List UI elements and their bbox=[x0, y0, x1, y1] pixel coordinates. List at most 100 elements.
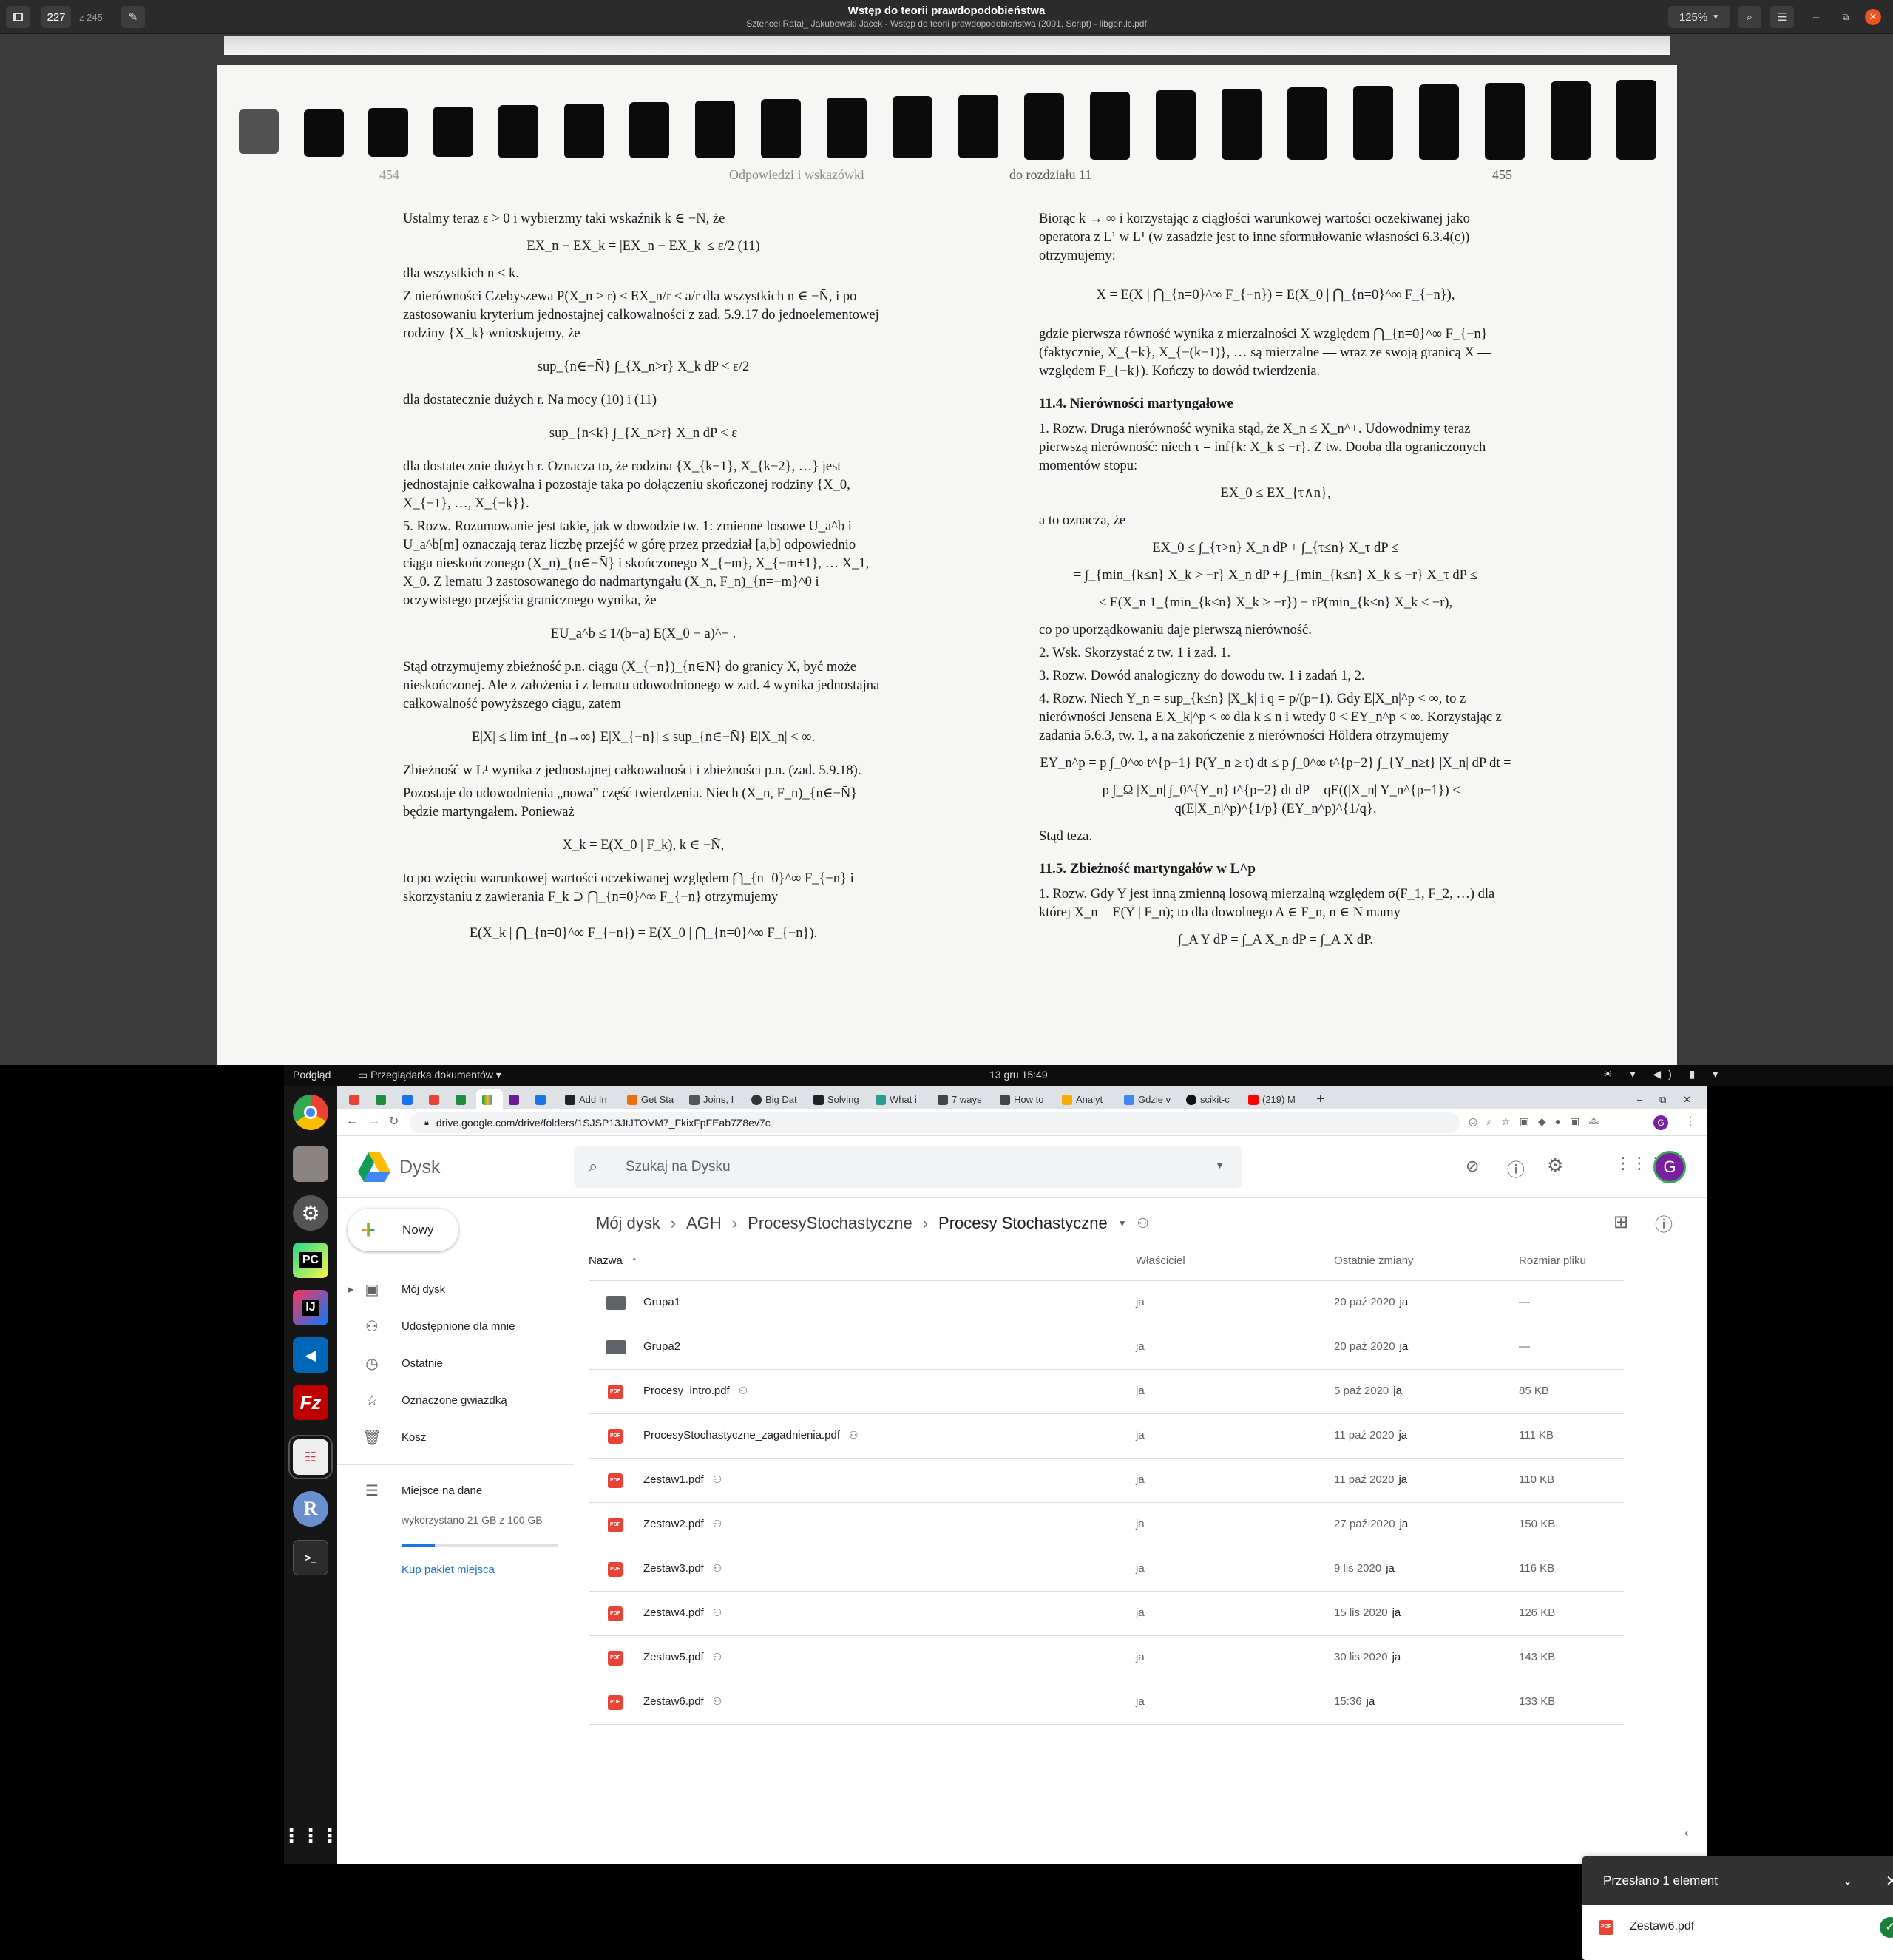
profile-avatar[interactable]: G bbox=[1653, 1115, 1668, 1130]
new-tab-button[interactable]: + bbox=[1310, 1089, 1332, 1109]
zoom-dropdown[interactable]: 125% ▼ bbox=[1668, 6, 1730, 28]
extension-icons[interactable]: ◎⌕☆▣◆●▣⁂ bbox=[1469, 1115, 1608, 1128]
chrome-icon[interactable] bbox=[293, 1095, 328, 1130]
file-row[interactable]: PDF Zestaw2.pdf ⚇ ja 27 paź 2020 ja 150 KB bbox=[589, 1503, 1624, 1547]
account-avatar[interactable]: G bbox=[1653, 1151, 1686, 1183]
file-row[interactable]: PDF Zestaw6.pdf ⚇ ja 15:36 ja 133 KB bbox=[589, 1680, 1624, 1725]
tab[interactable] bbox=[450, 1089, 476, 1109]
column-owner[interactable]: Właściciel bbox=[1136, 1254, 1185, 1267]
tab[interactable]: Gdzie v bbox=[1118, 1089, 1180, 1109]
vscode-icon[interactable]: ◀ bbox=[293, 1337, 328, 1373]
reload-icon[interactable]: ↻ bbox=[389, 1114, 399, 1129]
tab[interactable] bbox=[343, 1089, 370, 1109]
settings-icon[interactable]: ⚙ bbox=[293, 1195, 328, 1231]
details-icon[interactable]: ⓘ bbox=[1655, 1210, 1673, 1236]
tab[interactable]: scikit-c bbox=[1180, 1089, 1242, 1109]
file-row[interactable]: PDF Zestaw3.pdf ⚇ ja 9 lis 2020 ja 116 KB bbox=[589, 1547, 1624, 1592]
side-panel-toggle-icon[interactable]: ‹ bbox=[1684, 1825, 1689, 1841]
app-title[interactable]: Dysk bbox=[399, 1157, 441, 1178]
more-icon[interactable]: ⋮ bbox=[1684, 1114, 1696, 1129]
filezilla-icon[interactable]: Fz bbox=[293, 1385, 328, 1420]
caret-down-icon[interactable]: ▼ bbox=[1118, 1218, 1127, 1229]
tab[interactable]: Solving bbox=[807, 1089, 870, 1109]
pdf-page[interactable]: 454 Odpowiedzi i wskazówki do rozdziału … bbox=[217, 65, 1677, 1065]
tab[interactable]: Big Dat bbox=[745, 1089, 807, 1109]
search-options-icon[interactable]: ▼ bbox=[1215, 1160, 1225, 1171]
tab[interactable] bbox=[370, 1089, 396, 1109]
help-icon[interactable]: ⓘ bbox=[1507, 1155, 1525, 1181]
current-folder[interactable]: Procesy Stochastyczne bbox=[938, 1214, 1108, 1233]
minimize-button[interactable]: – bbox=[1804, 6, 1828, 28]
forward-icon[interactable]: → bbox=[368, 1115, 380, 1128]
search-icon[interactable]: ⌕ bbox=[589, 1157, 597, 1176]
expand-icon[interactable]: ▶ bbox=[348, 1285, 353, 1294]
terminal-icon[interactable]: >_ bbox=[293, 1540, 328, 1575]
file-row[interactable]: PDF Zestaw4.pdf ⚇ ja 15 lis 2020 ja 126 KB bbox=[589, 1592, 1624, 1636]
address-bar[interactable]: 🔒︎ drive.google.com/drive/folders/1SJSP1… bbox=[410, 1112, 1460, 1133]
clock-icon: ◷ bbox=[365, 1355, 379, 1372]
grid-view-icon[interactable]: ⊞ bbox=[1613, 1212, 1628, 1233]
tab[interactable]: 7 ways bbox=[932, 1089, 994, 1109]
tab[interactable] bbox=[529, 1089, 556, 1109]
back-icon[interactable]: ← bbox=[346, 1115, 358, 1128]
sidebar-item-shared[interactable]: ⚇ Udostępnione dla mnie bbox=[337, 1309, 574, 1343]
search-button[interactable]: ⌕ bbox=[1738, 6, 1761, 28]
ready-offline-icon[interactable]: ⊘ bbox=[1466, 1157, 1479, 1176]
tab[interactable]: Get Sta bbox=[621, 1089, 683, 1109]
tab[interactable] bbox=[396, 1089, 423, 1109]
activities-button[interactable]: Podgląd bbox=[293, 1069, 331, 1081]
search-box[interactable]: ⌕ Szukaj na Dysku ▼ bbox=[574, 1146, 1242, 1188]
file-name: Zestaw3.pdf bbox=[643, 1562, 704, 1575]
close-button[interactable]: ✕ bbox=[1677, 1089, 1699, 1109]
buy-storage-link[interactable]: Kup pakiet miejsca bbox=[402, 1564, 495, 1576]
column-size[interactable]: Rozmiar pliku bbox=[1519, 1254, 1586, 1267]
tab[interactable]: Analyt bbox=[1056, 1089, 1118, 1109]
sidebar-item-my-drive[interactable]: ▶ ▣ Mój dysk bbox=[337, 1272, 574, 1306]
file-row[interactable]: Grupa2 ja 20 paź 2020 ja — bbox=[589, 1325, 1624, 1370]
app-menu[interactable]: ▭ Przeglądarka dokumentów ▾ bbox=[358, 1069, 501, 1081]
settings-icon[interactable]: ⚙ bbox=[1547, 1155, 1563, 1177]
document-viewer-icon[interactable]: ☷ bbox=[288, 1435, 333, 1479]
sidebar-item-starred[interactable]: ☆ Oznaczone gwiazdką bbox=[337, 1383, 574, 1417]
file-row[interactable]: PDF ProcesyStochastyczne_zagadnienia.pdf ⚇… bbox=[589, 1414, 1624, 1459]
tab[interactable]: (219) M bbox=[1242, 1089, 1304, 1109]
tab-active-drive[interactable] bbox=[476, 1089, 503, 1109]
maximize-button[interactable]: ⧉ bbox=[1834, 6, 1858, 28]
tab[interactable]: How to bbox=[994, 1089, 1056, 1109]
new-button[interactable]: + Nowy bbox=[348, 1209, 458, 1251]
breadcrumb-item[interactable]: ProcesyStochastyczne bbox=[748, 1214, 912, 1233]
column-modified[interactable]: Ostatnie zmiany bbox=[1334, 1254, 1414, 1267]
close-button[interactable]: ✕ bbox=[1865, 9, 1881, 25]
breadcrumb-item[interactable]: Mój dysk bbox=[596, 1214, 660, 1233]
tab-title: Big Dat bbox=[765, 1094, 797, 1105]
chevron-down-icon[interactable]: ⌄ bbox=[1843, 1873, 1852, 1888]
pycharm-icon[interactable]: PC bbox=[293, 1243, 328, 1278]
close-icon[interactable]: ✕ bbox=[1886, 1872, 1893, 1890]
breadcrumb-item[interactable]: AGH bbox=[686, 1214, 722, 1233]
file-row[interactable]: Grupa1 ja 20 paź 2020 ja — bbox=[589, 1281, 1624, 1325]
site-icon bbox=[565, 1094, 575, 1105]
clock[interactable]: 13 gru 15:49 bbox=[989, 1069, 1048, 1081]
system-tray[interactable]: ☀ ▾ ◀) ▮ ▾ bbox=[1603, 1068, 1725, 1081]
minimize-button[interactable]: – bbox=[1631, 1089, 1653, 1109]
tab[interactable]: Add In bbox=[559, 1089, 621, 1109]
app-grid-icon[interactable]: ⋮⋮⋮ bbox=[282, 1818, 339, 1853]
sidebar-item-trash[interactable]: 🗑︎ Kosz bbox=[337, 1420, 574, 1454]
maximize-button[interactable]: ⧉ bbox=[1653, 1089, 1676, 1109]
sidebar-item-recent[interactable]: ◷ Ostatnie bbox=[337, 1346, 574, 1380]
file-row[interactable]: PDF Zestaw5.pdf ⚇ ja 30 lis 2020 ja 143 KB bbox=[589, 1636, 1624, 1680]
upload-item[interactable]: PDF Zestaw6.pdf ✓ bbox=[1582, 1905, 1893, 1960]
column-name[interactable]: Nazwa ↑ bbox=[589, 1254, 637, 1267]
files-icon[interactable] bbox=[293, 1146, 328, 1182]
menu-button[interactable]: ☰ bbox=[1770, 6, 1794, 28]
tab[interactable] bbox=[503, 1089, 529, 1109]
intellij-icon[interactable]: IJ bbox=[293, 1290, 328, 1325]
file-row[interactable]: PDF Procesy_intro.pdf ⚇ ja 5 paź 2020 ja 85 KB bbox=[589, 1370, 1624, 1414]
tab[interactable] bbox=[423, 1089, 450, 1109]
file-row[interactable]: PDF Zestaw1.pdf ⚇ ja 11 paź 2020 ja 110 KB bbox=[589, 1459, 1624, 1503]
text-line: 4. Rozw. Niech Y_n = sup_{k≤n} |X_k| i q… bbox=[1039, 692, 1502, 743]
tab[interactable]: Joins, I bbox=[683, 1089, 745, 1109]
r-icon[interactable]: R bbox=[293, 1491, 328, 1527]
tab[interactable]: What i bbox=[870, 1089, 932, 1109]
sidebar-item-storage[interactable]: ☰ Miejsce na dane bbox=[337, 1473, 574, 1507]
